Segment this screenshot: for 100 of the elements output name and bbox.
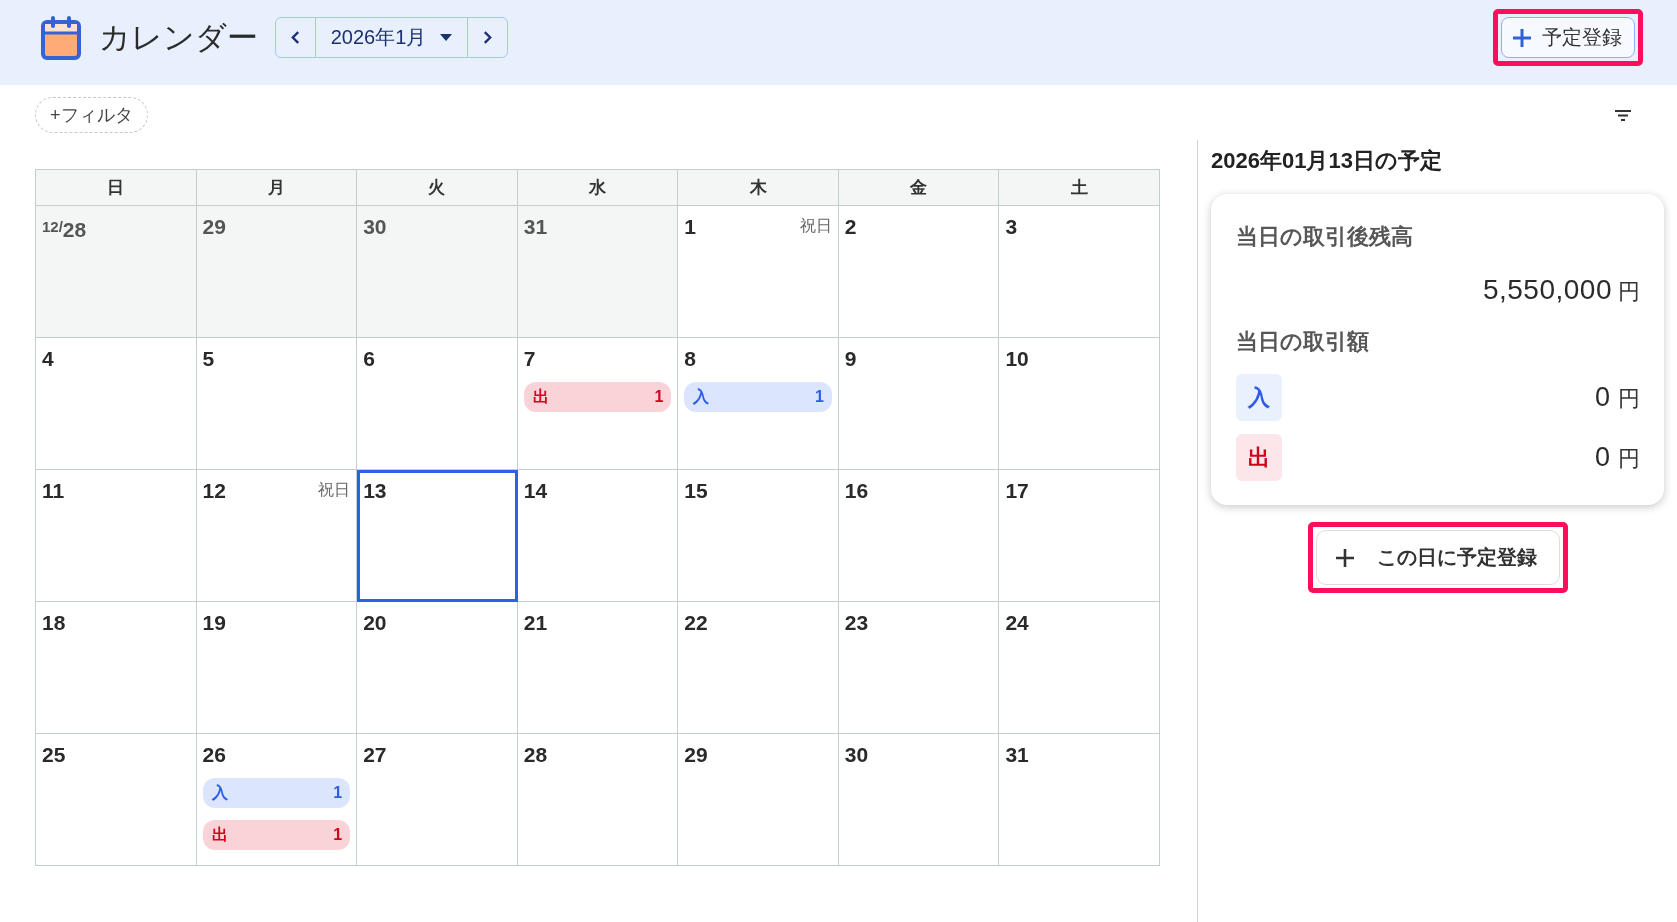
event-pill[interactable]: 出 1 [523, 382, 672, 412]
day-number: 28 [523, 742, 548, 768]
day-number: 21 [523, 610, 548, 636]
weekday-label: 木 [678, 170, 839, 206]
day-cell[interactable]: 4 [36, 338, 197, 470]
day-cell[interactable]: 29 [678, 734, 839, 866]
day-number: 11 [42, 478, 65, 504]
panel-title: 2026年01月13日の予定 [1211, 148, 1443, 174]
section-label: 当日の取引額 [1236, 328, 1370, 356]
weekday-label: 土 [999, 170, 1160, 206]
day-number: 22 [684, 610, 708, 636]
day-cell[interactable]: 29 [196, 206, 358, 338]
day-cell[interactable]: 19 [196, 602, 358, 734]
day-number: 8 [684, 346, 696, 372]
event-pill[interactable]: 出 1 [202, 820, 351, 850]
day-number: 18 [42, 610, 66, 636]
type-tag: 入 [1236, 374, 1282, 421]
day-number: 29 [202, 214, 226, 240]
day-cell[interactable]: 15 [678, 470, 839, 602]
chevron-left-icon [291, 30, 300, 45]
holiday-label: 祝日 [799, 216, 832, 236]
weekday-label: 火 [357, 170, 518, 206]
add-event-button[interactable]: この日に予定登録 [1315, 530, 1560, 585]
section-label: 当日の取引後残高 [1236, 223, 1414, 251]
day-number: 7 [523, 346, 536, 372]
day-cell[interactable]: 24 [999, 602, 1160, 734]
day-cell[interactable]: 2 [838, 206, 1000, 338]
day-cell[interactable]: 7 出 1 [517, 338, 679, 470]
register-button[interactable]: 予定登録 [1501, 17, 1635, 58]
currency-unit: 円 [1618, 278, 1640, 306]
day-cell[interactable]: 30 [838, 734, 1000, 866]
filter-chip[interactable]: +フィルタ [35, 97, 148, 133]
day-number: 12 [202, 478, 226, 504]
day-cell[interactable]: 11 [36, 470, 197, 602]
day-cell[interactable]: 5 [196, 338, 358, 470]
day-cell[interactable]: 1 祝日 [678, 206, 839, 338]
day-cell[interactable]: 22 [678, 602, 839, 734]
weekday-label: 日 [36, 170, 197, 206]
day-cell[interactable]: 9 [838, 338, 1000, 470]
day-number: 20 [363, 610, 387, 636]
day-cell[interactable]: 31 [999, 734, 1160, 866]
day-cell[interactable]: $^{12/}$28 [36, 206, 197, 338]
day-number: 10 [1005, 346, 1029, 372]
day-number: 14 [523, 478, 548, 504]
day-cell[interactable]: 23 [838, 602, 1000, 734]
balance-value: 5,550,000 [1482, 273, 1612, 307]
day-cell[interactable]: 12 祝日 [196, 470, 358, 602]
event-pill[interactable]: 入 1 [684, 382, 832, 412]
day-cell[interactable]: 13 [357, 470, 518, 602]
day-cell[interactable]: 17 [999, 470, 1160, 602]
weekday-label: 月 [196, 170, 358, 206]
amount-value: 0 [1594, 441, 1610, 473]
day-number: 3 [1005, 214, 1018, 240]
currency-unit: 円 [1618, 384, 1640, 413]
day-number: 25 [42, 742, 66, 768]
holiday-label: 祝日 [318, 480, 351, 500]
day-number: 31 [523, 214, 548, 240]
plus-icon [1512, 27, 1532, 48]
day-cell[interactable]: 31 [517, 206, 679, 338]
type-tag: 出 [1236, 434, 1282, 481]
calendar-icon [41, 15, 81, 60]
day-cell[interactable]: 8 入 1 [678, 338, 839, 470]
day-number: 29 [684, 742, 708, 768]
weekday-label: 水 [517, 170, 679, 206]
day-cell[interactable]: 14 [517, 470, 679, 602]
day-number: 15 [684, 478, 708, 504]
event-pill[interactable]: 入 1 [202, 778, 351, 808]
day-number: 30 [844, 742, 869, 768]
caret-icon [440, 34, 453, 41]
day-number: 4 [42, 346, 54, 372]
day-number: 13 [363, 478, 387, 504]
day-cell[interactable]: 3 [999, 206, 1160, 338]
filter-icon[interactable] [1615, 109, 1631, 121]
day-cell[interactable]: 18 [36, 602, 197, 734]
day-number: 26 [202, 742, 226, 768]
day-cell[interactable]: 27 [357, 734, 518, 866]
day-number: 24 [1005, 610, 1029, 636]
chevron-right-icon [483, 30, 492, 45]
page-title: カレンダー [99, 18, 258, 57]
day-cell[interactable]: 26 入 1 出 1 [196, 734, 358, 866]
day-number: 17 [1005, 478, 1029, 504]
day-number: 16 [844, 478, 869, 504]
day-number: 31 [1005, 742, 1029, 768]
day-cell[interactable]: 20 [357, 602, 518, 734]
month-dropdown[interactable]: 2026年1月 [315, 18, 468, 57]
day-number: 27 [363, 742, 387, 768]
day-cell[interactable]: 6 [357, 338, 518, 470]
currency-unit: 円 [1618, 444, 1640, 473]
day-cell[interactable]: 10 [999, 338, 1160, 470]
plus-icon [1334, 547, 1355, 568]
day-number: 6 [363, 346, 375, 372]
weekday-label: 金 [838, 170, 1000, 206]
day-number: 5 [202, 346, 215, 372]
day-number: $^{12/}$28 [42, 217, 87, 243]
day-cell[interactable]: 21 [517, 602, 679, 734]
day-cell[interactable]: 30 [357, 206, 518, 338]
day-cell[interactable]: 25 [36, 734, 197, 866]
day-number: 19 [202, 610, 226, 636]
day-cell[interactable]: 16 [838, 470, 1000, 602]
day-cell[interactable]: 28 [517, 734, 679, 866]
